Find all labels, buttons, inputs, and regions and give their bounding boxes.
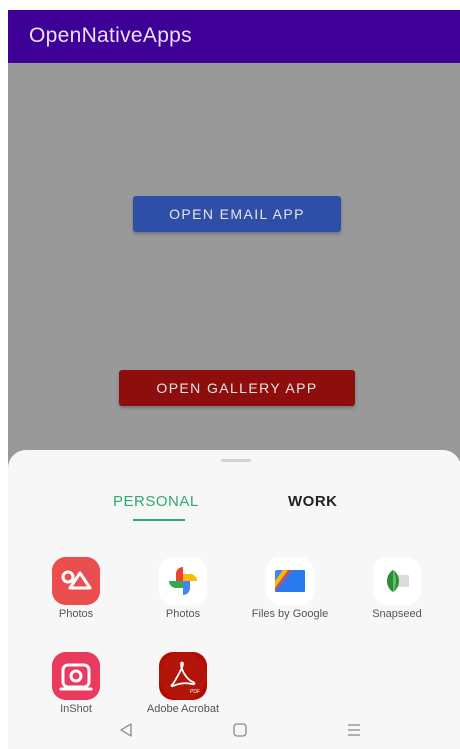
inshot-icon [52, 652, 100, 700]
system-navigation-bar [8, 716, 460, 749]
tab-work[interactable]: WORK [288, 493, 338, 510]
google-photos-icon [159, 557, 207, 605]
app-title: OpenNativeApps [29, 24, 192, 47]
files-by-google-icon [266, 557, 314, 605]
app-label: Photos [165, 608, 201, 620]
tab-personal[interactable]: PERSONAL [113, 493, 199, 510]
svg-text:PDF: PDF [190, 689, 200, 695]
home-icon[interactable] [232, 722, 248, 743]
open-gallery-app-button[interactable]: OPEN GALLERY APP [119, 370, 355, 406]
back-icon[interactable] [118, 722, 134, 743]
app-label: InShot [60, 703, 92, 715]
open-email-app-button[interactable]: OPEN EMAIL APP [133, 196, 341, 232]
recents-icon[interactable] [346, 722, 362, 743]
app-label: Photos [58, 608, 94, 620]
snapseed-icon [373, 557, 421, 605]
sheet-drag-handle[interactable] [221, 459, 251, 462]
app-label: Adobe Acrobat [146, 703, 220, 715]
app-label: Snapseed [372, 608, 422, 620]
app-bar: OpenNativeApps [8, 10, 460, 63]
app-label: Files by Google [251, 608, 329, 620]
device-screen: OpenNativeApps OPEN EMAIL APP OPEN GALLE… [8, 10, 460, 749]
tab-selected-indicator [133, 519, 185, 521]
photos-gallery-icon [52, 557, 100, 605]
adobe-acrobat-icon: PDF [159, 652, 207, 700]
app-chooser-sheet: PERSONAL WORK Photos Photos Files by Goo… [8, 450, 460, 749]
